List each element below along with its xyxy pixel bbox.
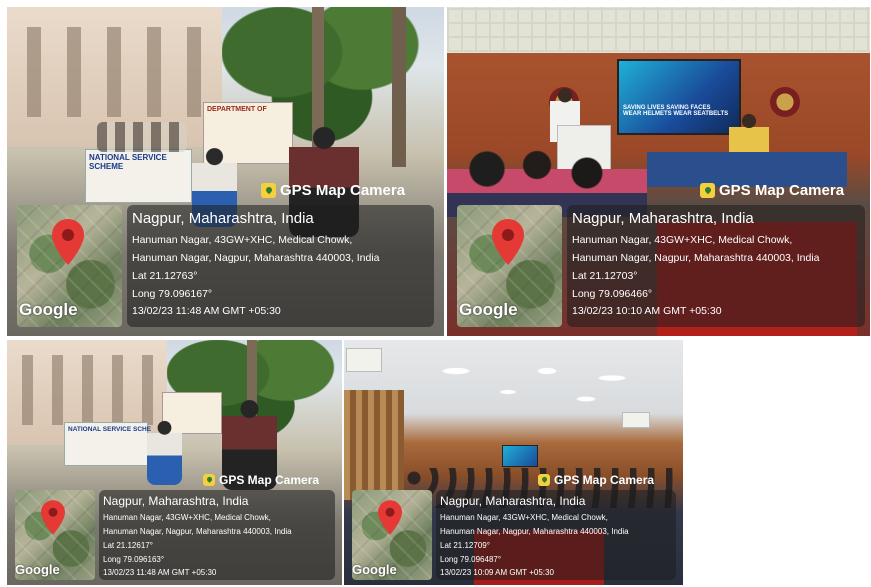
gps-title-text: GPS Map Camera: [280, 182, 406, 199]
gps-title: GPS Map Camera: [261, 182, 405, 199]
photo-rally-bottom: NATIONAL SERVICE SCHE GPS Map Camera Goo…: [7, 340, 342, 585]
google-logo: Google: [19, 300, 78, 319]
gps-camera-icon: [700, 183, 715, 198]
datetime: 13/02/23 11:48 AM GMT +05:30: [132, 305, 281, 317]
photo-hall-interior: GPS Map Camera Google Nagpur, Maharashtr…: [344, 340, 683, 585]
left-wall-window: [344, 390, 404, 500]
address-line-1: Hanuman Nagar, 43GW+XHC, Medical Chowk,: [440, 513, 608, 522]
google-logo: Google: [352, 562, 397, 577]
address-line-1: Hanuman Nagar, 43GW+XHC, Medical Chowk,: [103, 513, 271, 522]
latitude: Lat 21.12703°: [572, 270, 638, 282]
place-name: Nagpur, Maharashtra, India: [440, 494, 586, 508]
photo-seminar-stage: SAVING LIVES SAVING FACES WEAR HELMETS W…: [447, 7, 870, 336]
datetime: 13/02/23 10:10 AM GMT +05:30: [572, 305, 722, 317]
place-name: Nagpur, Maharashtra, India: [572, 210, 754, 227]
latitude: Lat 21.12709°: [440, 541, 490, 550]
tree-trunk: [392, 7, 406, 167]
map-pin-icon: [41, 500, 65, 535]
screen-text-2: WEAR HELMETS WEAR SEATBELTS: [623, 111, 729, 117]
projector-screen: SAVING LIVES SAVING FACES WEAR HELMETS W…: [617, 59, 741, 135]
gps-title-text: GPS Map Camera: [554, 473, 655, 487]
gps-camera-icon: [538, 474, 550, 486]
gps-title-text: GPS Map Camera: [719, 182, 845, 199]
map-pin-icon: [378, 500, 402, 535]
air-conditioner: [622, 412, 650, 428]
gps-title: GPS Map Camera: [700, 182, 844, 199]
address-line-2: Hanuman Nagar, Nagpur, Maharashtra 44000…: [132, 252, 380, 264]
datetime: 13/02/23 11:48 AM GMT +05:30: [103, 568, 217, 577]
place-name: Nagpur, Maharashtra, India: [132, 210, 314, 227]
address-line-1: Hanuman Nagar, 43GW+XHC, Medical Chowk,: [572, 234, 793, 246]
gps-title-text: GPS Map Camera: [219, 473, 320, 487]
crowd: [97, 122, 187, 152]
google-logo: Google: [15, 562, 60, 577]
gps-camera-icon: [203, 474, 215, 486]
banner-nss-text: NATIONAL SERVICE SCHE: [68, 426, 152, 433]
air-conditioner: [346, 348, 382, 372]
longitude: Long 79.096487°: [440, 555, 502, 564]
latitude: Lat 21.12763°: [132, 270, 198, 282]
banner-nss: NATIONAL SERVICE SCHE: [64, 422, 152, 466]
gps-camera-icon: [261, 183, 276, 198]
address-line-1: Hanuman Nagar, 43GW+XHC, Medical Chowk,: [132, 234, 353, 246]
emblem: [770, 87, 800, 117]
google-logo: Google: [459, 300, 518, 319]
banner-department-text: DEPARTMENT OF: [207, 106, 267, 113]
gps-title: GPS Map Camera: [538, 473, 654, 487]
longitude: Long 79.096466°: [572, 288, 653, 300]
photo-rally-top: NATIONAL SERVICE SCHEME DEPARTMENT OF GP…: [7, 7, 444, 336]
projector-screen: [502, 445, 538, 467]
ceiling-vents: [447, 7, 870, 52]
longitude: Long 79.096167°: [132, 288, 213, 300]
rider: [147, 420, 182, 485]
datetime: 13/02/23 10:09 AM GMT +05:30: [440, 568, 554, 577]
place-name: Nagpur, Maharashtra, India: [103, 494, 249, 508]
banner-nss: NATIONAL SERVICE SCHEME: [85, 149, 192, 203]
ceiling-lights: [404, 350, 664, 420]
building-windows: [27, 27, 207, 117]
banner-nss-text: NATIONAL SERVICE SCHEME: [89, 153, 167, 171]
map-pin-icon: [52, 219, 84, 265]
longitude: Long 79.096163°: [103, 555, 165, 564]
gps-title: GPS Map Camera: [203, 473, 319, 487]
map-pin-icon: [492, 219, 524, 265]
address-line-2: Hanuman Nagar, Nagpur, Maharashtra 44000…: [103, 527, 292, 536]
latitude: Lat 21.12617°: [103, 541, 153, 550]
address-line-2: Hanuman Nagar, Nagpur, Maharashtra 44000…: [572, 252, 820, 264]
building-windows: [22, 355, 157, 425]
address-line-2: Hanuman Nagar, Nagpur, Maharashtra 44000…: [440, 527, 629, 536]
